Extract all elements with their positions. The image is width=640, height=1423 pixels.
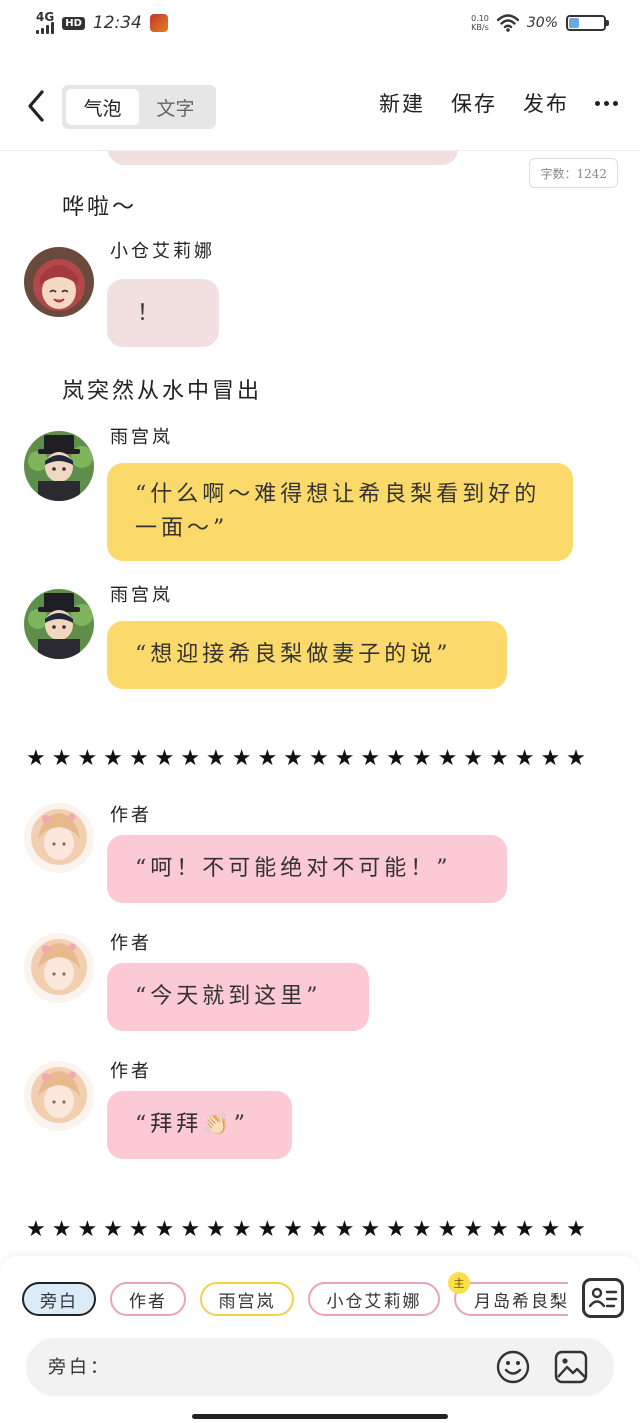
chat-bubble[interactable]: “拜拜👏🏻”	[107, 1091, 292, 1159]
narration-line[interactable]: 哗啦～	[62, 189, 137, 221]
character-portrait-icon	[24, 803, 94, 873]
avatar-author[interactable]	[24, 803, 94, 873]
network-speed-value: 0.10	[471, 14, 489, 23]
clock: 12:34	[92, 13, 142, 33]
status-left: 4G HD 12:34	[36, 10, 168, 34]
role-manager-button[interactable]	[582, 1278, 624, 1318]
avatar-author[interactable]	[24, 933, 94, 1003]
chat-bubble[interactable]: ！	[107, 279, 219, 347]
signal-bars-icon	[36, 22, 54, 34]
top-bar: 气泡 文字 新建 保存 发布	[0, 78, 640, 138]
hd-badge: HD	[62, 16, 85, 30]
character-portrait-icon	[24, 247, 94, 317]
role-chip-arashi[interactable]: 雨宫岚	[200, 1282, 294, 1316]
new-button[interactable]: 新建	[379, 88, 425, 118]
main-role-badge: 主	[448, 1272, 470, 1294]
network-type: 4G	[36, 10, 55, 24]
story-canvas[interactable]: 字数：1242 哗啦～ 小仓艾莉娜 ！ 岚突然从水中冒出 雨宫岚 “什么啊～难得…	[0, 151, 640, 1256]
more-options-button[interactable]	[595, 91, 618, 115]
role-chip-narrator[interactable]: 旁白	[22, 1282, 96, 1316]
speaker-name: 雨宫岚	[110, 427, 173, 448]
avatar-arashi[interactable]	[24, 589, 94, 659]
previous-bubble[interactable]	[108, 151, 458, 165]
status-bar: 4G HD 12:34 0.10 KB/s 30%	[0, 0, 640, 48]
role-selector: 旁白 作者 雨宫岚 小仓艾莉娜 月岛希良梨	[22, 1280, 568, 1320]
wifi-icon	[496, 14, 519, 32]
chat-bubble[interactable]: “想迎接希良梨做妻子的说”	[107, 621, 507, 689]
tab-bubble[interactable]: 气泡	[66, 89, 139, 125]
section-divider[interactable]: ★★★★★★★★★★★★★★★★★★★★★★	[26, 1217, 616, 1243]
more-dot	[604, 100, 609, 106]
role-chip-kirari[interactable]: 月岛希良梨	[454, 1282, 568, 1316]
avatar-author[interactable]	[24, 1061, 94, 1131]
network-speed: 0.10 KB/s	[471, 14, 489, 32]
tab-text[interactable]: 文字	[139, 89, 212, 125]
chevron-left-icon	[28, 90, 44, 122]
message-input[interactable]	[116, 1348, 490, 1388]
signal-indicator: 4G	[36, 10, 55, 34]
input-role-label: 旁白：	[48, 1357, 111, 1378]
battery-fill	[569, 18, 580, 28]
mode-switch: 气泡 文字	[62, 85, 216, 129]
character-portrait-icon	[24, 431, 94, 501]
character-portrait-icon	[24, 589, 94, 659]
image-icon[interactable]	[554, 1350, 588, 1384]
screen: 4G HD 12:34 0.10 KB/s 30% 气泡 文字 新建 保存 发布…	[0, 0, 640, 1423]
header-actions: 新建 保存 发布	[379, 88, 618, 118]
battery-icon	[566, 15, 609, 31]
chat-bubble[interactable]: “什么啊～难得想让希良梨看到好的一面～”	[107, 463, 573, 561]
chat-bubble[interactable]: “呵！不可能绝对不可能！”	[107, 835, 507, 903]
narration-line[interactable]: 岚突然从水中冒出	[62, 373, 262, 405]
battery-percent: 30%	[526, 15, 558, 31]
speaker-name: 作者	[110, 933, 152, 954]
speaker-name: 作者	[110, 1061, 152, 1082]
chat-bubble[interactable]: “今天就到这里”	[107, 963, 369, 1031]
status-right: 0.10 KB/s 30%	[471, 14, 609, 32]
more-dot	[613, 100, 618, 106]
more-dot	[595, 100, 600, 106]
speaker-name: 作者	[110, 805, 152, 826]
message-input-bar: 旁白：	[26, 1338, 614, 1396]
publish-button[interactable]: 发布	[523, 88, 569, 118]
character-portrait-icon	[24, 933, 94, 1003]
speaker-name: 雨宫岚	[110, 585, 173, 606]
avatar-elina[interactable]	[24, 247, 94, 317]
network-speed-unit: KB/s	[471, 23, 489, 32]
speaker-name: 小仓艾莉娜	[110, 241, 215, 262]
section-divider[interactable]: ★★★★★★★★★★★★★★★★★★★★★★	[26, 746, 616, 772]
contact-card-icon	[588, 1287, 618, 1308]
home-indicator[interactable]	[192, 1414, 448, 1419]
game-app-icon	[149, 14, 168, 32]
emoji-icon[interactable]	[496, 1350, 530, 1384]
role-chip-elina[interactable]: 小仓艾莉娜	[308, 1282, 440, 1316]
word-count-badge: 字数：1242	[529, 158, 618, 188]
avatar-arashi[interactable]	[24, 431, 94, 501]
save-button[interactable]: 保存	[451, 88, 497, 118]
character-portrait-icon	[24, 1061, 94, 1131]
back-button[interactable]	[18, 84, 54, 128]
role-chip-author[interactable]: 作者	[110, 1282, 186, 1316]
